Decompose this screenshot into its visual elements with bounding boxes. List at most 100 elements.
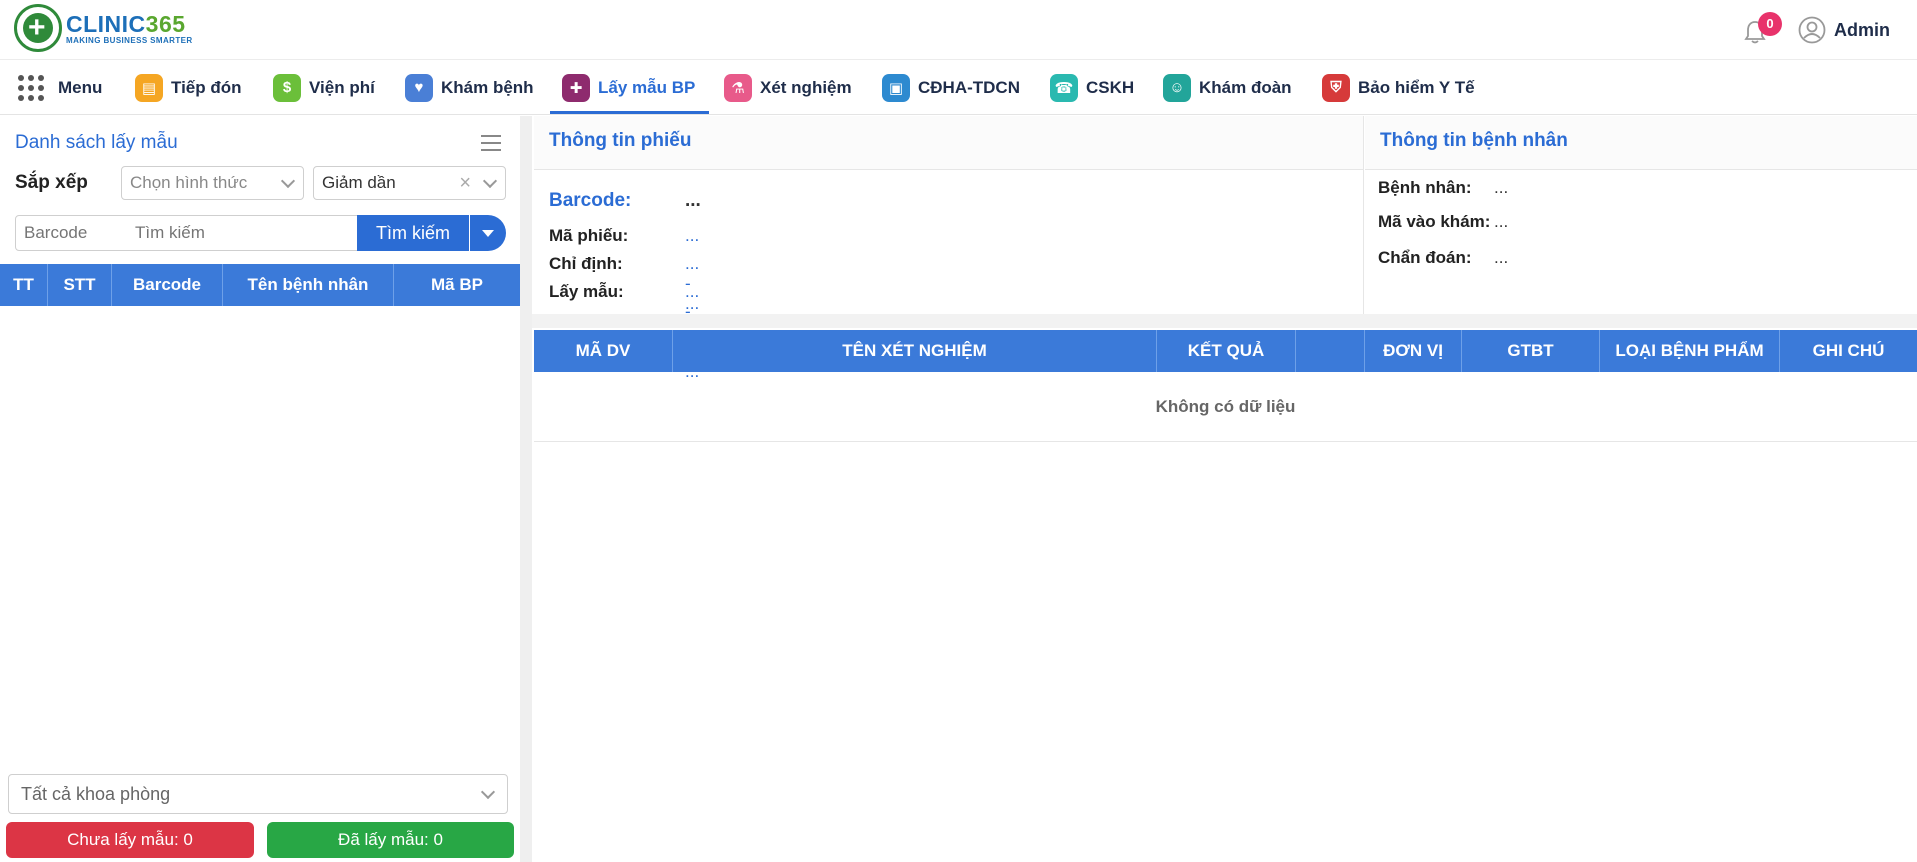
logo-name-b: 365 (145, 10, 186, 37)
nav-label: Tiếp đón (171, 77, 242, 97)
empty-table-message: Không có dữ liệu (534, 372, 1917, 442)
nav-label: CĐHA-TDCN (918, 77, 1020, 97)
sort-order-select[interactable]: Giảm dần × (313, 166, 506, 200)
col-header[interactable]: TÊN XÉT NGHIỆM (673, 330, 1157, 372)
nav-lay-mau-bp[interactable]: ✚ Lấy mẫu BP (549, 60, 710, 115)
pending-count-button[interactable]: Chưa lấy mẫu: 0 (6, 822, 254, 858)
stethoscope-icon: ♥ (405, 73, 433, 102)
logo-tagline: MAKING BUSINESS SMARTER (66, 35, 193, 45)
nav-label: CSKH (1086, 77, 1135, 97)
diagnosis-value: ... (1494, 248, 1509, 267)
col-header[interactable]: Tên bệnh nhân (223, 264, 394, 306)
visit-code-label: Mã vào khám: (1378, 212, 1491, 231)
patient-name-row: Bệnh nhân: ... (1378, 178, 1508, 198)
reception-icon: ▤ (135, 73, 163, 102)
ticket-code-row: Mã phiếu: ... (549, 226, 699, 246)
top-bar: + CLINIC365 MAKING BUSINESS SMARTER 0 Ad… (0, 0, 1917, 60)
nav-cdha-tdcn[interactable]: ▣ CĐHA-TDCN (882, 60, 1020, 115)
department-placeholder: Tất cả khoa phòng (21, 784, 171, 804)
user-menu[interactable]: Admin (1798, 16, 1890, 44)
patient-info-box: Thông tin bệnh nhân Bệnh nhân: ... Mã và… (1365, 116, 1917, 314)
ticket-code-value: ... (685, 226, 700, 245)
col-header[interactable]: MÃ DV (534, 330, 673, 372)
clinic365-logo[interactable]: + CLINIC365 MAKING BUSINESS SMARTER (14, 4, 193, 52)
visit-code-value: ... (1494, 212, 1509, 231)
sort-method-placeholder: Chọn hình thức (130, 173, 248, 192)
nav-tiep-don[interactable]: ▤ Tiếp đón (135, 60, 242, 115)
col-header[interactable]: LOẠI BỆNH PHẨM (1600, 330, 1780, 372)
nav-label: Bảo hiểm Y Tế (1358, 77, 1475, 97)
clear-icon[interactable]: × (459, 167, 471, 199)
sort-label: Sắp xếp (15, 172, 88, 193)
barcode-value: ... (685, 190, 701, 211)
sort-order-value: Giảm dần (322, 173, 396, 192)
barcode-row: Barcode: ... (549, 190, 701, 212)
shield-icon: ⛨ (1322, 73, 1350, 102)
nav-label: Khám bệnh (441, 77, 534, 97)
user-avatar-icon (1798, 16, 1826, 44)
imaging-icon: ▣ (882, 73, 910, 102)
order-label: Chỉ định: (549, 254, 623, 273)
col-header[interactable]: STT (48, 264, 112, 306)
col-header[interactable]: Barcode (112, 264, 223, 306)
panel-title: Danh sách lấy mẫu (15, 132, 178, 153)
grid-menu-icon (18, 74, 44, 101)
department-select[interactable]: Tất cả khoa phòng (8, 774, 508, 814)
diagnosis-row: Chẩn đoán: ... (1378, 248, 1508, 268)
nav-label: Khám đoàn (1199, 77, 1292, 97)
user-name: Admin (1834, 19, 1890, 40)
diagnosis-label: Chẩn đoán: (1378, 248, 1472, 267)
col-header[interactable]: GHI CHÚ (1780, 330, 1917, 372)
nav-kham-benh[interactable]: ♥ Khám bệnh (405, 60, 534, 115)
search-button[interactable]: Tìm kiếm (357, 215, 469, 251)
nav-label: Xét nghiệm (760, 77, 852, 97)
phone-icon: ☎ (1050, 73, 1078, 102)
nav-cskh[interactable]: ☎ CSKH (1050, 60, 1134, 115)
sample-icon: ✚ (562, 73, 590, 102)
nav-vien-phi[interactable]: $ Viện phí (273, 60, 375, 115)
visit-code-row: Mã vào khám: ... (1378, 212, 1508, 232)
sample-table-header: TT STT Barcode Tên bệnh nhân Mã BP (0, 264, 520, 306)
sample-list-panel: Danh sách lấy mẫu Sắp xếp Chọn hình thức… (0, 116, 520, 862)
ticket-info-box: Thông tin phiếu Barcode: ... Mã phiếu: .… (534, 116, 1364, 381)
nav-kham-doan[interactable]: ☺ Khám đoàn (1163, 60, 1292, 115)
results-table-header: MÃ DV TÊN XÉT NGHIỆM KẾT QUẢ ĐƠN VỊ GTBT… (534, 330, 1917, 372)
ticket-info-title: Thông tin phiếu (534, 116, 1363, 170)
patient-name-label: Bệnh nhân: (1378, 178, 1472, 197)
panel-splitter[interactable] (520, 116, 532, 862)
patient-info-title: Thông tin bệnh nhân (1365, 116, 1917, 170)
col-header[interactable]: ĐƠN VỊ (1365, 330, 1462, 372)
sample-row: Lấy mẫu: ... - ... - ... (549, 282, 699, 381)
chevron-down-icon (482, 173, 498, 189)
main-nav: Menu ▤ Tiếp đón $ Viện phí ♥ Khám bệnh ✚… (0, 60, 1917, 115)
nav-xet-nghiem[interactable]: ⚗ Xét nghiệm (724, 60, 852, 115)
sample-label: Lấy mẫu: (549, 282, 624, 301)
logo-cross-icon: + (14, 4, 62, 52)
order-row: Chỉ định: ... - ... - ... (549, 254, 699, 353)
search-options-dropdown[interactable] (470, 215, 506, 251)
col-header[interactable] (1296, 330, 1365, 372)
barcode-label: Barcode: (549, 190, 632, 211)
col-header[interactable]: Mã BP (394, 264, 520, 306)
done-count-button[interactable]: Đã lấy mẫu: 0 (267, 822, 514, 858)
list-options-icon[interactable] (481, 135, 501, 151)
group-icon: ☺ (1163, 73, 1191, 102)
ticket-code-label: Mã phiếu: (549, 226, 629, 245)
col-header[interactable]: TT (0, 264, 48, 306)
menu-button[interactable]: Menu (18, 60, 102, 115)
section-divider (532, 314, 1917, 328)
col-header[interactable]: KẾT QUẢ (1157, 330, 1296, 372)
search-input[interactable] (127, 215, 358, 251)
nav-bao-hiem-y-te[interactable]: ⛨ Bảo hiểm Y Tế (1322, 60, 1475, 115)
chevron-down-icon (480, 784, 496, 800)
col-header[interactable]: GTBT (1462, 330, 1600, 372)
bill-icon: $ (273, 73, 301, 102)
barcode-input[interactable] (15, 215, 128, 251)
chevron-down-icon (280, 173, 296, 189)
nav-label: Viện phí (309, 77, 375, 97)
detail-panel: Thông tin phiếu Barcode: ... Mã phiếu: .… (532, 116, 1917, 862)
sort-method-select[interactable]: Chọn hình thức (121, 166, 304, 200)
patient-name-value: ... (1494, 178, 1509, 197)
menu-label: Menu (58, 77, 103, 97)
nav-label: Lấy mẫu BP (598, 77, 696, 97)
